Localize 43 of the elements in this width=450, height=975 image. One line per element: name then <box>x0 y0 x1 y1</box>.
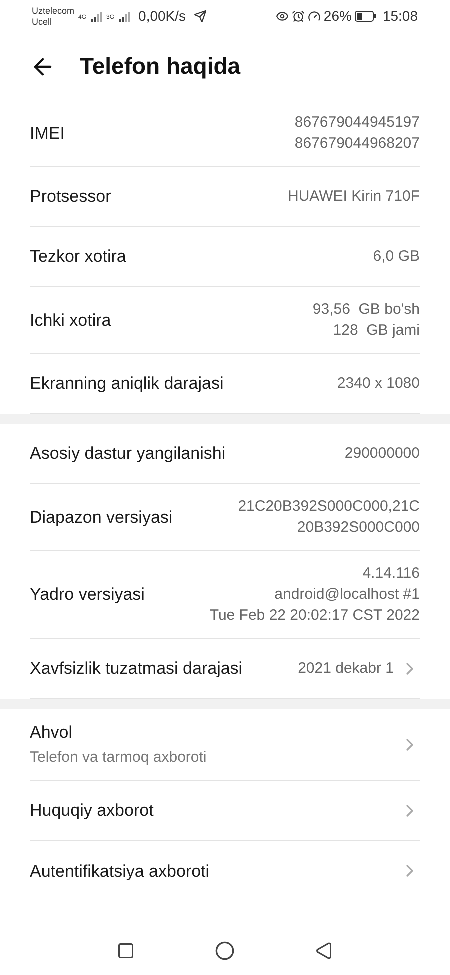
row-label: Ekranning aniqlik darajasi <box>30 373 225 395</box>
row-value: 867679044945197 <box>294 113 420 133</box>
row-value: 4.14.116 <box>362 564 420 584</box>
eye-icon <box>276 10 289 23</box>
row-subtitle: Telefon va tarmoq axboroti <box>30 748 208 768</box>
row-label: Autentifikatsiya axboroti <box>30 860 211 882</box>
carrier-name: Uztelecom <box>32 6 75 16</box>
carrier-name: Ucell <box>32 16 54 28</box>
row-value: 2021 dekabr 1 <box>298 659 394 679</box>
row-label: Yadro versiyasi <box>30 584 146 606</box>
battery-icon <box>354 11 377 22</box>
row-value: HUAWEI Kirin 710F <box>288 187 420 207</box>
row-value: 2340 x 1080 <box>337 374 420 394</box>
row-label: IMEI <box>30 122 66 144</box>
row-label: Asosiy dastur yangilanishi <box>30 443 227 465</box>
recent-apps-icon[interactable] <box>117 942 135 960</box>
row-label: Protsessor <box>30 186 112 208</box>
row-value: 20B392S000C000 <box>297 518 420 538</box>
signal-icon <box>90 12 103 22</box>
row-value: 128 GB jami <box>333 321 420 341</box>
network-speed: 0,00K/s <box>138 7 186 26</box>
signal-icon <box>118 12 131 22</box>
clock-time: 15:08 <box>382 7 418 26</box>
row-value: 6,0 GB <box>373 247 420 267</box>
row-value: 290000000 <box>344 444 420 464</box>
send-icon <box>194 10 208 23</box>
back-icon[interactable] <box>315 942 333 960</box>
alarm-icon <box>292 10 305 23</box>
row-value: 867679044968207 <box>294 134 420 154</box>
row-value: 21C20B392S000C000,21C <box>238 497 420 517</box>
row-label: Ichki xotira <box>30 310 112 332</box>
gauge-icon <box>308 10 321 23</box>
row-label: Diapazon versiyasi <box>30 506 174 528</box>
battery-percent: 26% <box>324 7 352 26</box>
row-value: Tue Feb 22 20:02:17 CST 2022 <box>210 606 420 626</box>
home-icon[interactable] <box>215 941 235 961</box>
page-title: Telefon haqida <box>80 52 241 82</box>
row-label: Huquqiy axborot <box>30 800 155 822</box>
row-label: Ahvol <box>30 722 74 744</box>
row-value: 93,56 GB bo'sh <box>312 300 420 320</box>
row-label: Tezkor xotira <box>30 246 128 268</box>
row-label: Xavfsizlik tuzatmasi darajasi <box>30 658 244 680</box>
row-value: android@localhost #1 <box>274 585 420 605</box>
